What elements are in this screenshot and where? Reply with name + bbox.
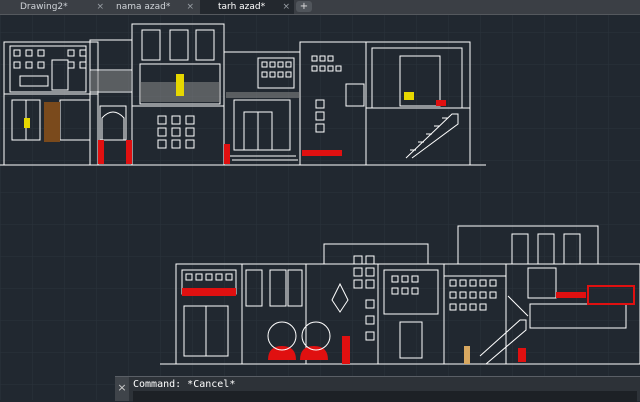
drawing-canvas[interactable] — [0, 15, 640, 400]
tab-drawing2[interactable]: Drawing2* × — [2, 0, 108, 14]
command-history: Command: *Cancel* — [133, 379, 236, 390]
tab-tarh-azad[interactable]: tarh azad* × — [200, 0, 294, 14]
close-icon[interactable]: × — [115, 377, 129, 401]
close-icon[interactable]: × — [282, 0, 290, 14]
document-tab-bar: Drawing2* × nama azad* × tarh azad* × + — [0, 0, 640, 15]
new-tab-button[interactable]: + — [296, 1, 312, 12]
tab-label: tarh azad* — [218, 2, 266, 12]
close-icon[interactable]: × — [186, 0, 194, 14]
tab-label: Drawing2* — [20, 2, 68, 12]
command-input[interactable] — [133, 391, 637, 402]
tab-nama-azad[interactable]: nama azad* × — [98, 0, 198, 14]
command-line-panel: × Command: *Cancel* — [115, 376, 640, 402]
cad-drawing — [0, 15, 640, 400]
tab-label: nama azad* — [116, 2, 171, 12]
